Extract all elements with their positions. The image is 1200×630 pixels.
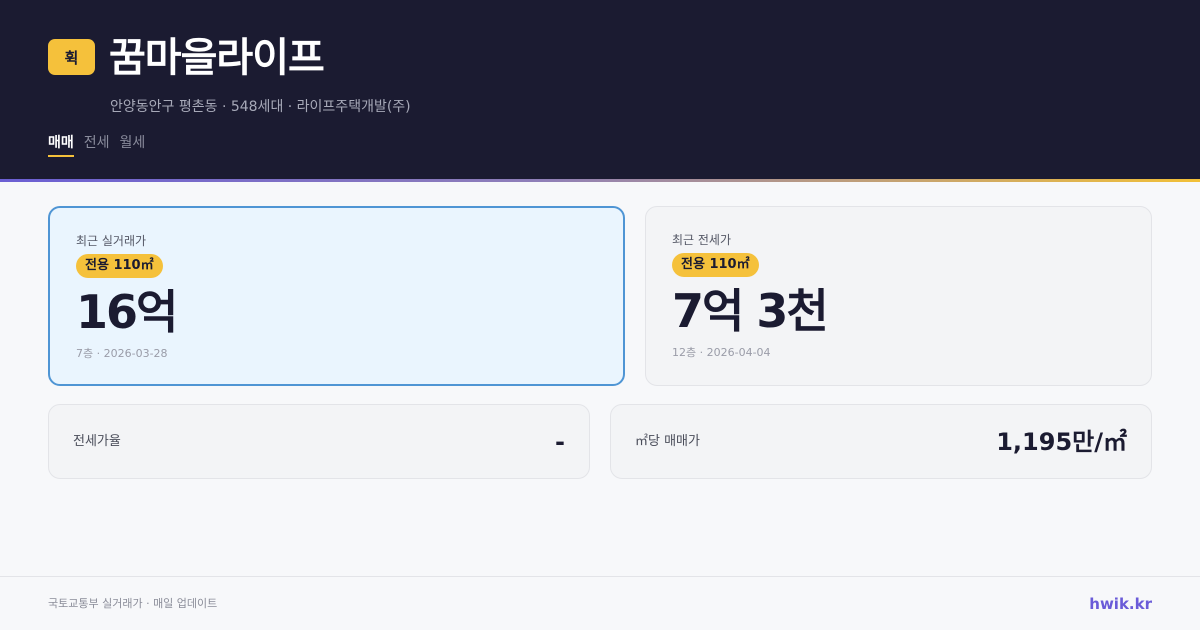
sale-meta: 7층 · 2026-03-28 (76, 347, 168, 360)
tab-monthly-rent[interactable]: 월세 (120, 133, 146, 157)
sale-card-label: 최근 실거래가 (76, 234, 147, 248)
jeonse-price-value: 7억 3천 (672, 284, 829, 338)
logo-badge[interactable]: 휙 (48, 39, 95, 75)
deal-type-tabs: 매매 전세 월세 (48, 133, 145, 157)
jeonse-ratio-value: - (555, 428, 565, 456)
header: 휙 꿈마을라이프 안양동안구 평촌동 · 548세대 · 라이프주택개발(주) … (0, 0, 1200, 180)
footer-source: 국토교통부 실거래가 · 매일 업데이트 (48, 597, 218, 610)
jeonse-meta: 12층 · 2026-04-04 (672, 346, 771, 359)
tab-jeonse[interactable]: 전세 (84, 133, 110, 157)
jeonse-ratio-label: 전세가율 (73, 434, 121, 449)
footer-divider (0, 576, 1200, 577)
jeonse-ratio-card: 전세가율 - (48, 404, 590, 479)
page-subtitle: 안양동안구 평촌동 · 548세대 · 라이프주택개발(주) (110, 99, 411, 115)
sale-price-card[interactable]: 최근 실거래가 전용 110㎡ 16억 7층 · 2026-03-28 (48, 206, 625, 386)
jeonse-card-label: 최근 전세가 (672, 233, 732, 247)
tab-sale[interactable]: 매매 (48, 133, 74, 157)
price-per-m2-value: 1,195만/㎡ (996, 428, 1127, 456)
page-title: 꿈마을라이프 (109, 35, 325, 81)
jeonse-area-badge: 전용 110㎡ (672, 253, 759, 277)
header-accent-line (0, 179, 1200, 182)
sale-price-value: 16억 (76, 285, 178, 339)
jeonse-price-card[interactable]: 최근 전세가 전용 110㎡ 7억 3천 12층 · 2026-04-04 (645, 206, 1152, 386)
sale-area-badge: 전용 110㎡ (76, 254, 163, 278)
price-per-m2-card: ㎡당 매매가 1,195만/㎡ (610, 404, 1152, 479)
brand-link[interactable]: hwik.kr (1089, 594, 1152, 614)
price-per-m2-label: ㎡당 매매가 (635, 434, 700, 449)
